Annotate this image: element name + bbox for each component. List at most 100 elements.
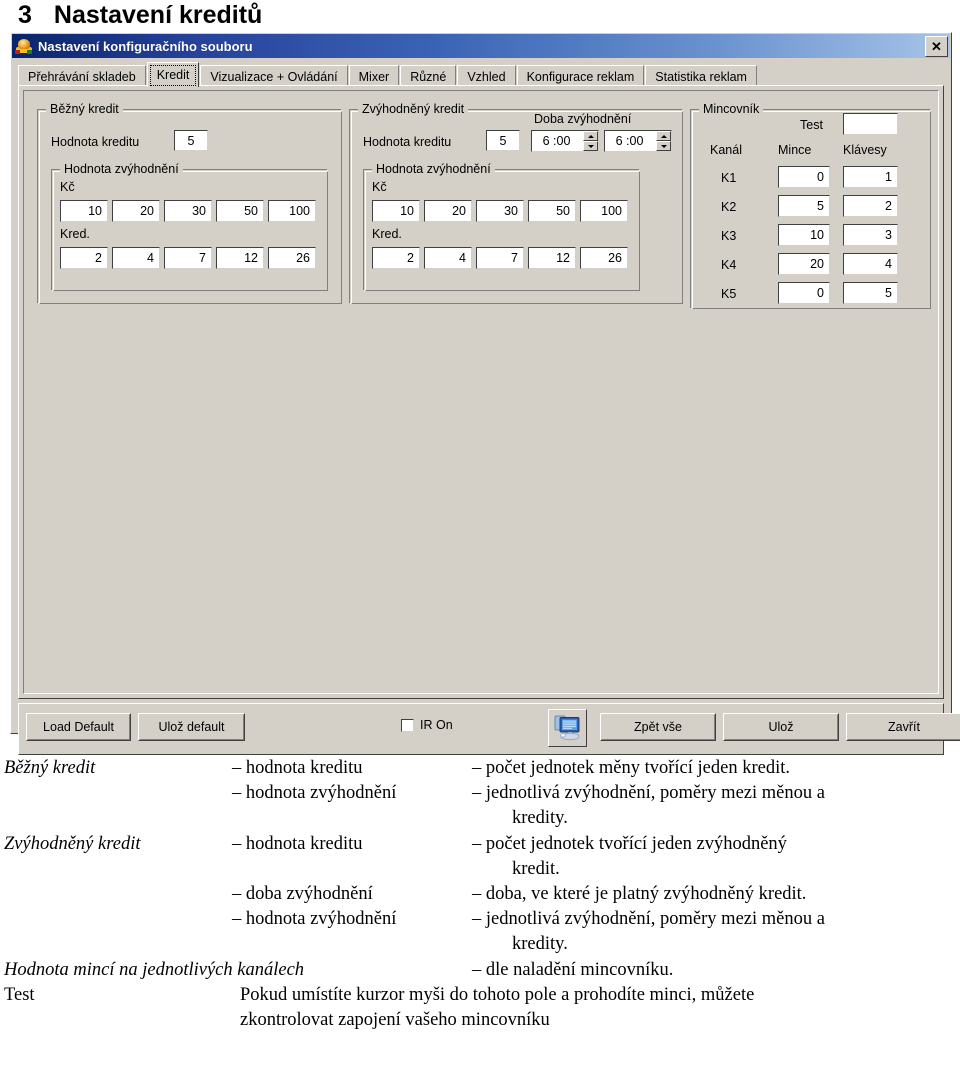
tab-label: Různé <box>410 69 447 84</box>
doc-row: kredity. <box>0 932 960 957</box>
label-hodnota-kreditu: Hodnota kreditu <box>51 135 140 149</box>
input-hodnota-kreditu[interactable]: 5 <box>174 130 208 151</box>
tab-prehravani-skladeb[interactable]: Přehrávání skladeb <box>18 65 146 87</box>
doc-row: kredit. <box>0 857 960 882</box>
tab-page-kredit: Běžný kredit Hodnota kreditu 5 Hodnota z… <box>18 85 944 699</box>
tab-kredit[interactable]: Kredit <box>146 62 200 87</box>
doc-desc: – jednotlivá zvýhodnění, poměry mezi měn… <box>472 783 825 804</box>
label-kc: Kč <box>60 180 75 194</box>
input-kc-5[interactable]: 100 <box>580 200 628 222</box>
spinner-doba-from-value: 6 :00 <box>542 134 571 148</box>
input-kred-5[interactable]: 26 <box>580 247 628 269</box>
input-kred-4[interactable]: 12 <box>528 247 576 269</box>
doc-desc: kredity. <box>512 934 568 955</box>
tab-mixer[interactable]: Mixer <box>348 65 400 87</box>
input-test[interactable] <box>843 113 898 135</box>
group-mincovnik: Mincovník Test Kanál Mince Klávesy K1 0 … <box>690 102 931 309</box>
input-mince-k3[interactable]: 10 <box>778 224 830 246</box>
group-title: Zvýhodněný kredit <box>358 102 469 116</box>
group-title: Hodnota zvýhodnění <box>372 162 495 176</box>
spinner-down-icon[interactable] <box>656 141 671 151</box>
uloz-button[interactable]: Ulož <box>723 713 839 741</box>
input-kred-5[interactable]: 26 <box>268 247 316 269</box>
input-klavesy-k2[interactable]: 2 <box>843 195 898 217</box>
doc-desc: zkontrolovat zapojení vašeho mincovníku <box>240 1010 550 1031</box>
input-kc-2[interactable]: 20 <box>424 200 472 222</box>
doc-row: zkontrolovat zapojení vašeho mincovníku <box>0 1008 960 1033</box>
zavrit-button[interactable]: Zavřít <box>846 713 960 741</box>
doc-desc: – dle naladění mincovníku. <box>472 959 674 980</box>
tab-vzhled[interactable]: Vzhled <box>457 65 516 87</box>
input-kc-3[interactable]: 30 <box>164 200 212 222</box>
label-test: Test <box>800 118 823 132</box>
input-mince-k2[interactable]: 5 <box>778 195 830 217</box>
spinner-buttons[interactable] <box>583 131 598 151</box>
spinner-buttons[interactable] <box>656 131 671 151</box>
window-title-bar: Nastavení konfiguračního souboru ✕ <box>12 34 950 58</box>
close-icon[interactable]: ✕ <box>925 36 948 57</box>
input-kc-4[interactable]: 50 <box>528 200 576 222</box>
spinner-doba-to[interactable]: 6 :00 <box>604 130 672 152</box>
input-kc-2[interactable]: 20 <box>112 200 160 222</box>
doc-desc: – jednotlivá zvýhodnění, poměry mezi měn… <box>472 909 825 930</box>
tab-label: Statistika reklam <box>655 69 747 84</box>
doc-row: – doba zvýhodnění – doba, ve které je pl… <box>0 882 960 907</box>
input-mince-k5[interactable]: 0 <box>778 282 830 304</box>
input-kred-3[interactable]: 7 <box>476 247 524 269</box>
input-mince-k1[interactable]: 0 <box>778 166 830 188</box>
input-kred-2[interactable]: 4 <box>424 247 472 269</box>
input-kc-5[interactable]: 100 <box>268 200 316 222</box>
tab-konfigurace-reklam[interactable]: Konfigurace reklam <box>516 65 645 87</box>
group-hodnota-zvyhodneni: Hodnota zvýhodnění Kč 10 20 30 50 100 Kr… <box>51 162 328 291</box>
ir-on-checkbox[interactable]: IR On <box>401 718 453 732</box>
doc-row: – hodnota zvýhodnění – jednotlivá zvýhod… <box>0 781 960 806</box>
monitor-icon-button[interactable] <box>548 709 587 747</box>
doc-term: Běžný kredit <box>4 758 96 778</box>
doc-desc: kredit. <box>512 858 560 879</box>
doc-row: Test Pokud umístíte kurzor myši do tohot… <box>0 983 960 1008</box>
section-number: 3 <box>18 0 32 29</box>
tab-vizualizace-ovladani[interactable]: Vizualizace + Ovládání <box>200 65 348 87</box>
spinner-up-icon[interactable] <box>583 131 598 141</box>
input-kc-1[interactable]: 10 <box>372 200 420 222</box>
group-bezny-kredit: Běžný kredit Hodnota kreditu 5 Hodnota z… <box>37 102 342 304</box>
doc-row: Zvýhodněný kredit – hodnota kreditu – po… <box>0 832 960 857</box>
checkbox-box[interactable] <box>401 718 414 732</box>
tab-ruzne[interactable]: Různé <box>400 65 457 87</box>
column-header-klavesy: Klávesy <box>843 143 887 157</box>
spinner-down-icon[interactable] <box>583 141 598 151</box>
input-klavesy-k3[interactable]: 3 <box>843 224 898 246</box>
input-klavesy-k5[interactable]: 5 <box>843 282 898 304</box>
spinner-doba-to-value: 6 :00 <box>615 134 644 148</box>
input-klavesy-k4[interactable]: 4 <box>843 253 898 275</box>
input-kred-1[interactable]: 2 <box>60 247 108 269</box>
load-default-button[interactable]: Load Default <box>26 713 131 741</box>
tab-label: Vizualizace + Ovládání <box>210 69 338 84</box>
doc-row: – hodnota zvýhodnění – jednotlivá zvýhod… <box>0 907 960 932</box>
zpet-vse-button[interactable]: Zpět vše <box>600 713 716 741</box>
tab-statistika-reklam[interactable]: Statistika reklam <box>645 65 757 87</box>
monitor-icon <box>554 715 579 740</box>
window-title: Nastavení konfiguračního souboru <box>38 38 253 54</box>
input-kred-3[interactable]: 7 <box>164 247 212 269</box>
label-kc: Kč <box>372 180 387 194</box>
tab-label: Přehrávání skladeb <box>28 69 136 84</box>
doc-term: Zvýhodněný kredit <box>4 833 141 854</box>
group-title: Hodnota zvýhodnění <box>60 162 183 176</box>
input-kc-1[interactable]: 10 <box>60 200 108 222</box>
doc-desc: – počet jednotek měny tvořící jeden kred… <box>472 758 790 778</box>
input-kc-4[interactable]: 50 <box>216 200 264 222</box>
spinner-doba-from[interactable]: 6 :00 <box>531 130 599 152</box>
input-kred-1[interactable]: 2 <box>372 247 420 269</box>
page-title: 3 Nastavení kreditů <box>18 0 262 30</box>
input-klavesy-k1[interactable]: 1 <box>843 166 898 188</box>
doc-row: kredity. <box>0 806 960 831</box>
spinner-up-icon[interactable] <box>656 131 671 141</box>
input-kc-3[interactable]: 30 <box>476 200 524 222</box>
input-hodnota-kreditu[interactable]: 5 <box>486 130 520 151</box>
input-kred-2[interactable]: 4 <box>112 247 160 269</box>
config-window: Nastavení konfiguračního souboru ✕ Přehr… <box>10 32 960 755</box>
input-kred-4[interactable]: 12 <box>216 247 264 269</box>
uloz-default-button[interactable]: Ulož default <box>138 713 245 741</box>
input-mince-k4[interactable]: 20 <box>778 253 830 275</box>
